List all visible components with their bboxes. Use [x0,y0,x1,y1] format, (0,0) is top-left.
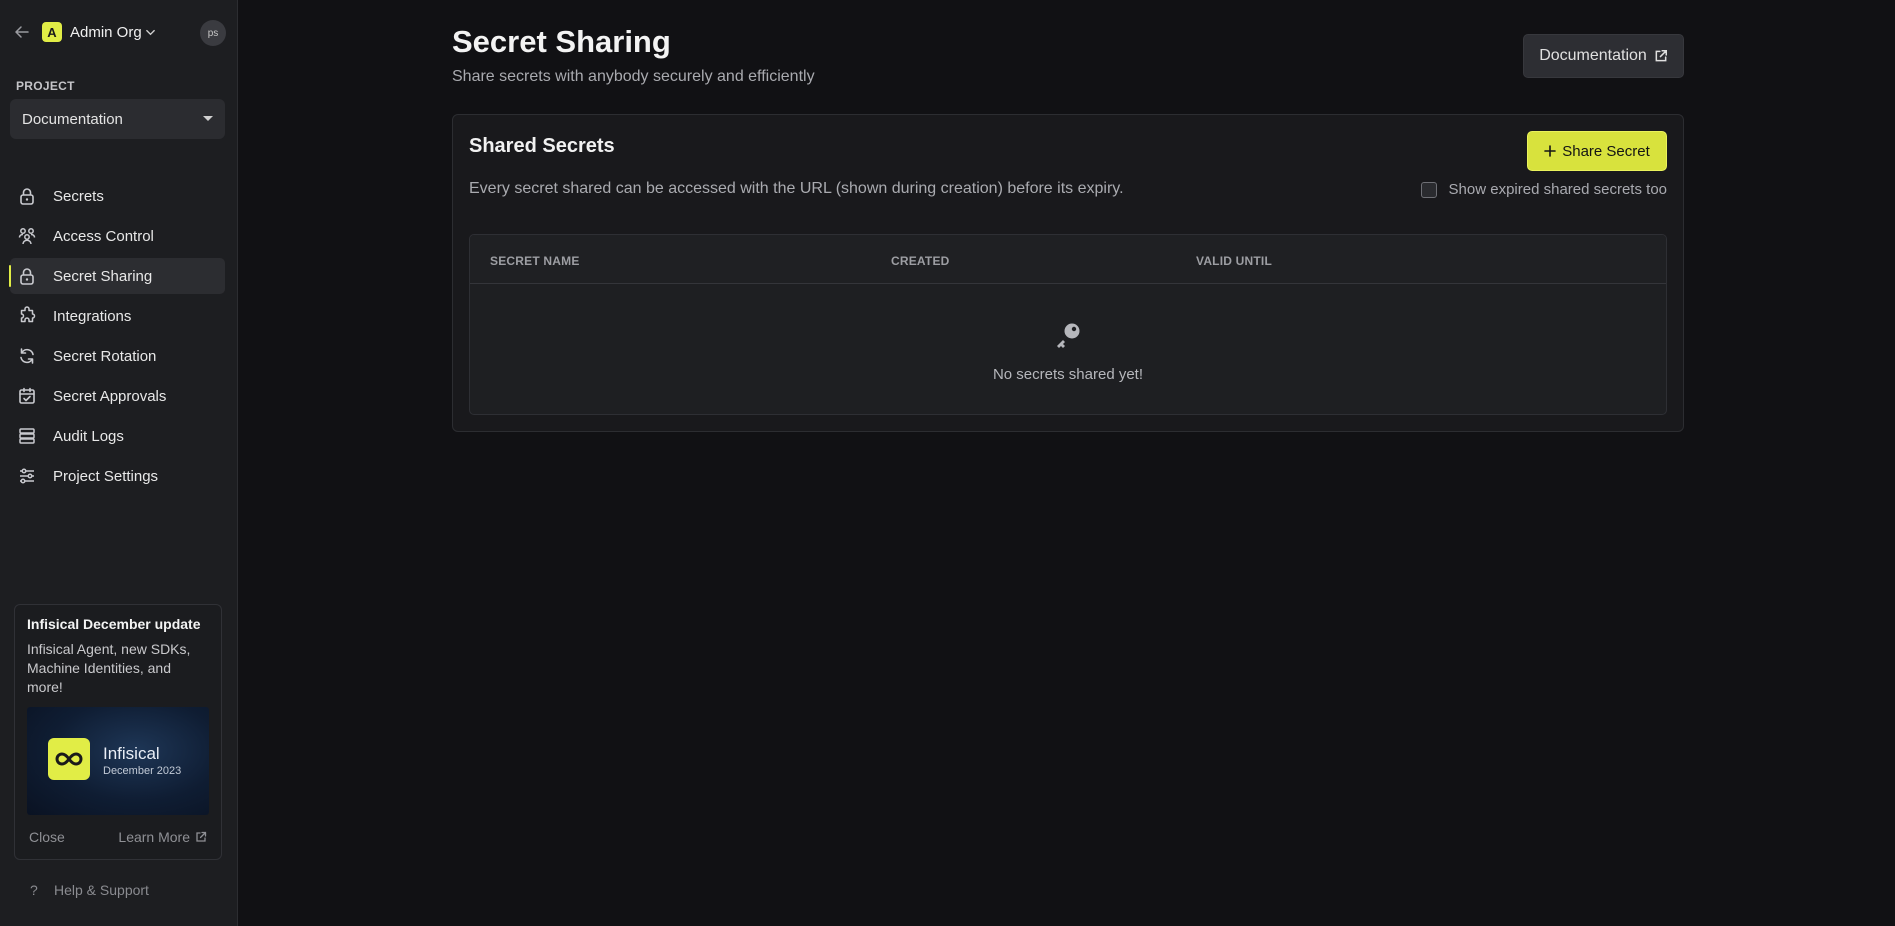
org-logo[interactable]: A [42,22,62,42]
users-icon [16,225,38,247]
org-switcher-row: A Admin Org ps [12,20,226,46]
lock-icon [16,185,38,207]
sidebar-item-label: Secret Sharing [53,267,153,285]
sidebar-item-label: Audit Logs [53,427,124,445]
column-header-valid-until: VALID UNTIL [1196,254,1272,268]
sidebar-item-label: Secret Rotation [53,347,157,365]
update-promo-card: Infisical December update Infisical Agen… [14,604,222,860]
promo-text: Infisical Agent, new SDKs, Machine Ident… [27,641,191,695]
calendar-check-icon [16,385,38,407]
promo-image[interactable]: Infisical December 2023 [27,707,209,815]
learn-more-label: Learn More [118,829,190,845]
show-expired-toggle: Show expired shared secrets too [1420,181,1667,198]
promo-close-button[interactable]: Close [29,829,65,845]
sidebar-nav: Secrets Access Control Secret Sharing In… [9,178,225,498]
key-icon [1053,320,1083,355]
project-label: PROJECT [16,79,75,93]
help-support-label: Help & Support [54,882,149,898]
show-expired-label[interactable]: Show expired shared secrets too [1449,181,1667,198]
page-subtitle: Share secrets with anybody securely and … [452,68,815,85]
shared-secrets-table: SECRET NAME CREATED VALID UNTIL No secre… [469,234,1667,415]
server-icon [16,425,38,447]
sidebar-item-audit-logs[interactable]: Audit Logs [10,418,225,454]
column-header-created: CREATED [891,254,950,268]
sidebar: A Admin Org ps PROJECT Documentation Sec… [0,0,238,926]
sidebar-item-label: Project Settings [53,467,159,485]
documentation-button-label: Documentation [1539,47,1647,64]
external-link-icon [1654,49,1668,63]
caret-down-icon [203,116,213,121]
project-select[interactable]: Documentation [10,99,225,139]
empty-state-text: No secrets shared yet! [992,366,1144,383]
help-support-link[interactable]: ? Help & Support [30,882,149,898]
sidebar-item-label: Secret Approvals [53,387,167,405]
shared-secrets-card: Shared Secrets Every secret shared can b… [452,114,1684,432]
promo-actions: Close Learn More [27,829,209,845]
sliders-icon [16,465,38,487]
empty-state: No secrets shared yet! [470,285,1666,414]
sidebar-item-project-settings[interactable]: Project Settings [10,458,225,494]
avatar[interactable]: ps [200,20,226,46]
page-title: Secret Sharing [452,24,671,59]
promo-image-brand: Infisical [103,744,160,763]
promo-learn-more-link[interactable]: Learn More [118,829,207,845]
sidebar-item-label: Integrations [53,307,132,325]
sidebar-item-secrets[interactable]: Secrets [10,178,225,214]
show-expired-checkbox[interactable] [1420,181,1437,198]
sidebar-item-label: Secrets [53,187,104,205]
sidebar-item-secret-rotation[interactable]: Secret Rotation [10,338,225,374]
arrow-left-icon[interactable] [12,22,32,42]
infinity-logo-icon [48,738,90,780]
plus-icon [1544,145,1557,157]
sidebar-item-label: Access Control [53,227,154,245]
share-secret-button[interactable]: Share Secret [1527,131,1667,171]
promo-image-subtitle: December 2023 [103,765,182,777]
project-select-value: Documentation [22,110,123,128]
sidebar-item-secret-sharing[interactable]: Secret Sharing [9,258,225,294]
puzzle-icon [16,305,38,327]
chevron-down-icon[interactable] [145,26,157,38]
org-name[interactable]: Admin Org [70,24,142,41]
column-header-secret-name: SECRET NAME [490,254,580,268]
sidebar-item-secret-approvals[interactable]: Secret Approvals [10,378,225,414]
question-mark-icon: ? [30,882,38,898]
card-description: Every secret shared can be accessed with… [469,180,1124,197]
external-link-icon [195,831,207,843]
rotate-icon [16,345,38,367]
sidebar-item-access-control[interactable]: Access Control [10,218,225,254]
documentation-button[interactable]: Documentation [1523,34,1684,78]
share-secret-label: Share Secret [1562,142,1650,160]
lock-icon [16,265,38,287]
sidebar-item-integrations[interactable]: Integrations [10,298,225,334]
table-header: SECRET NAME CREATED VALID UNTIL [470,235,1666,284]
card-title: Shared Secrets [469,135,615,157]
promo-title: Infisical December update [27,616,201,632]
